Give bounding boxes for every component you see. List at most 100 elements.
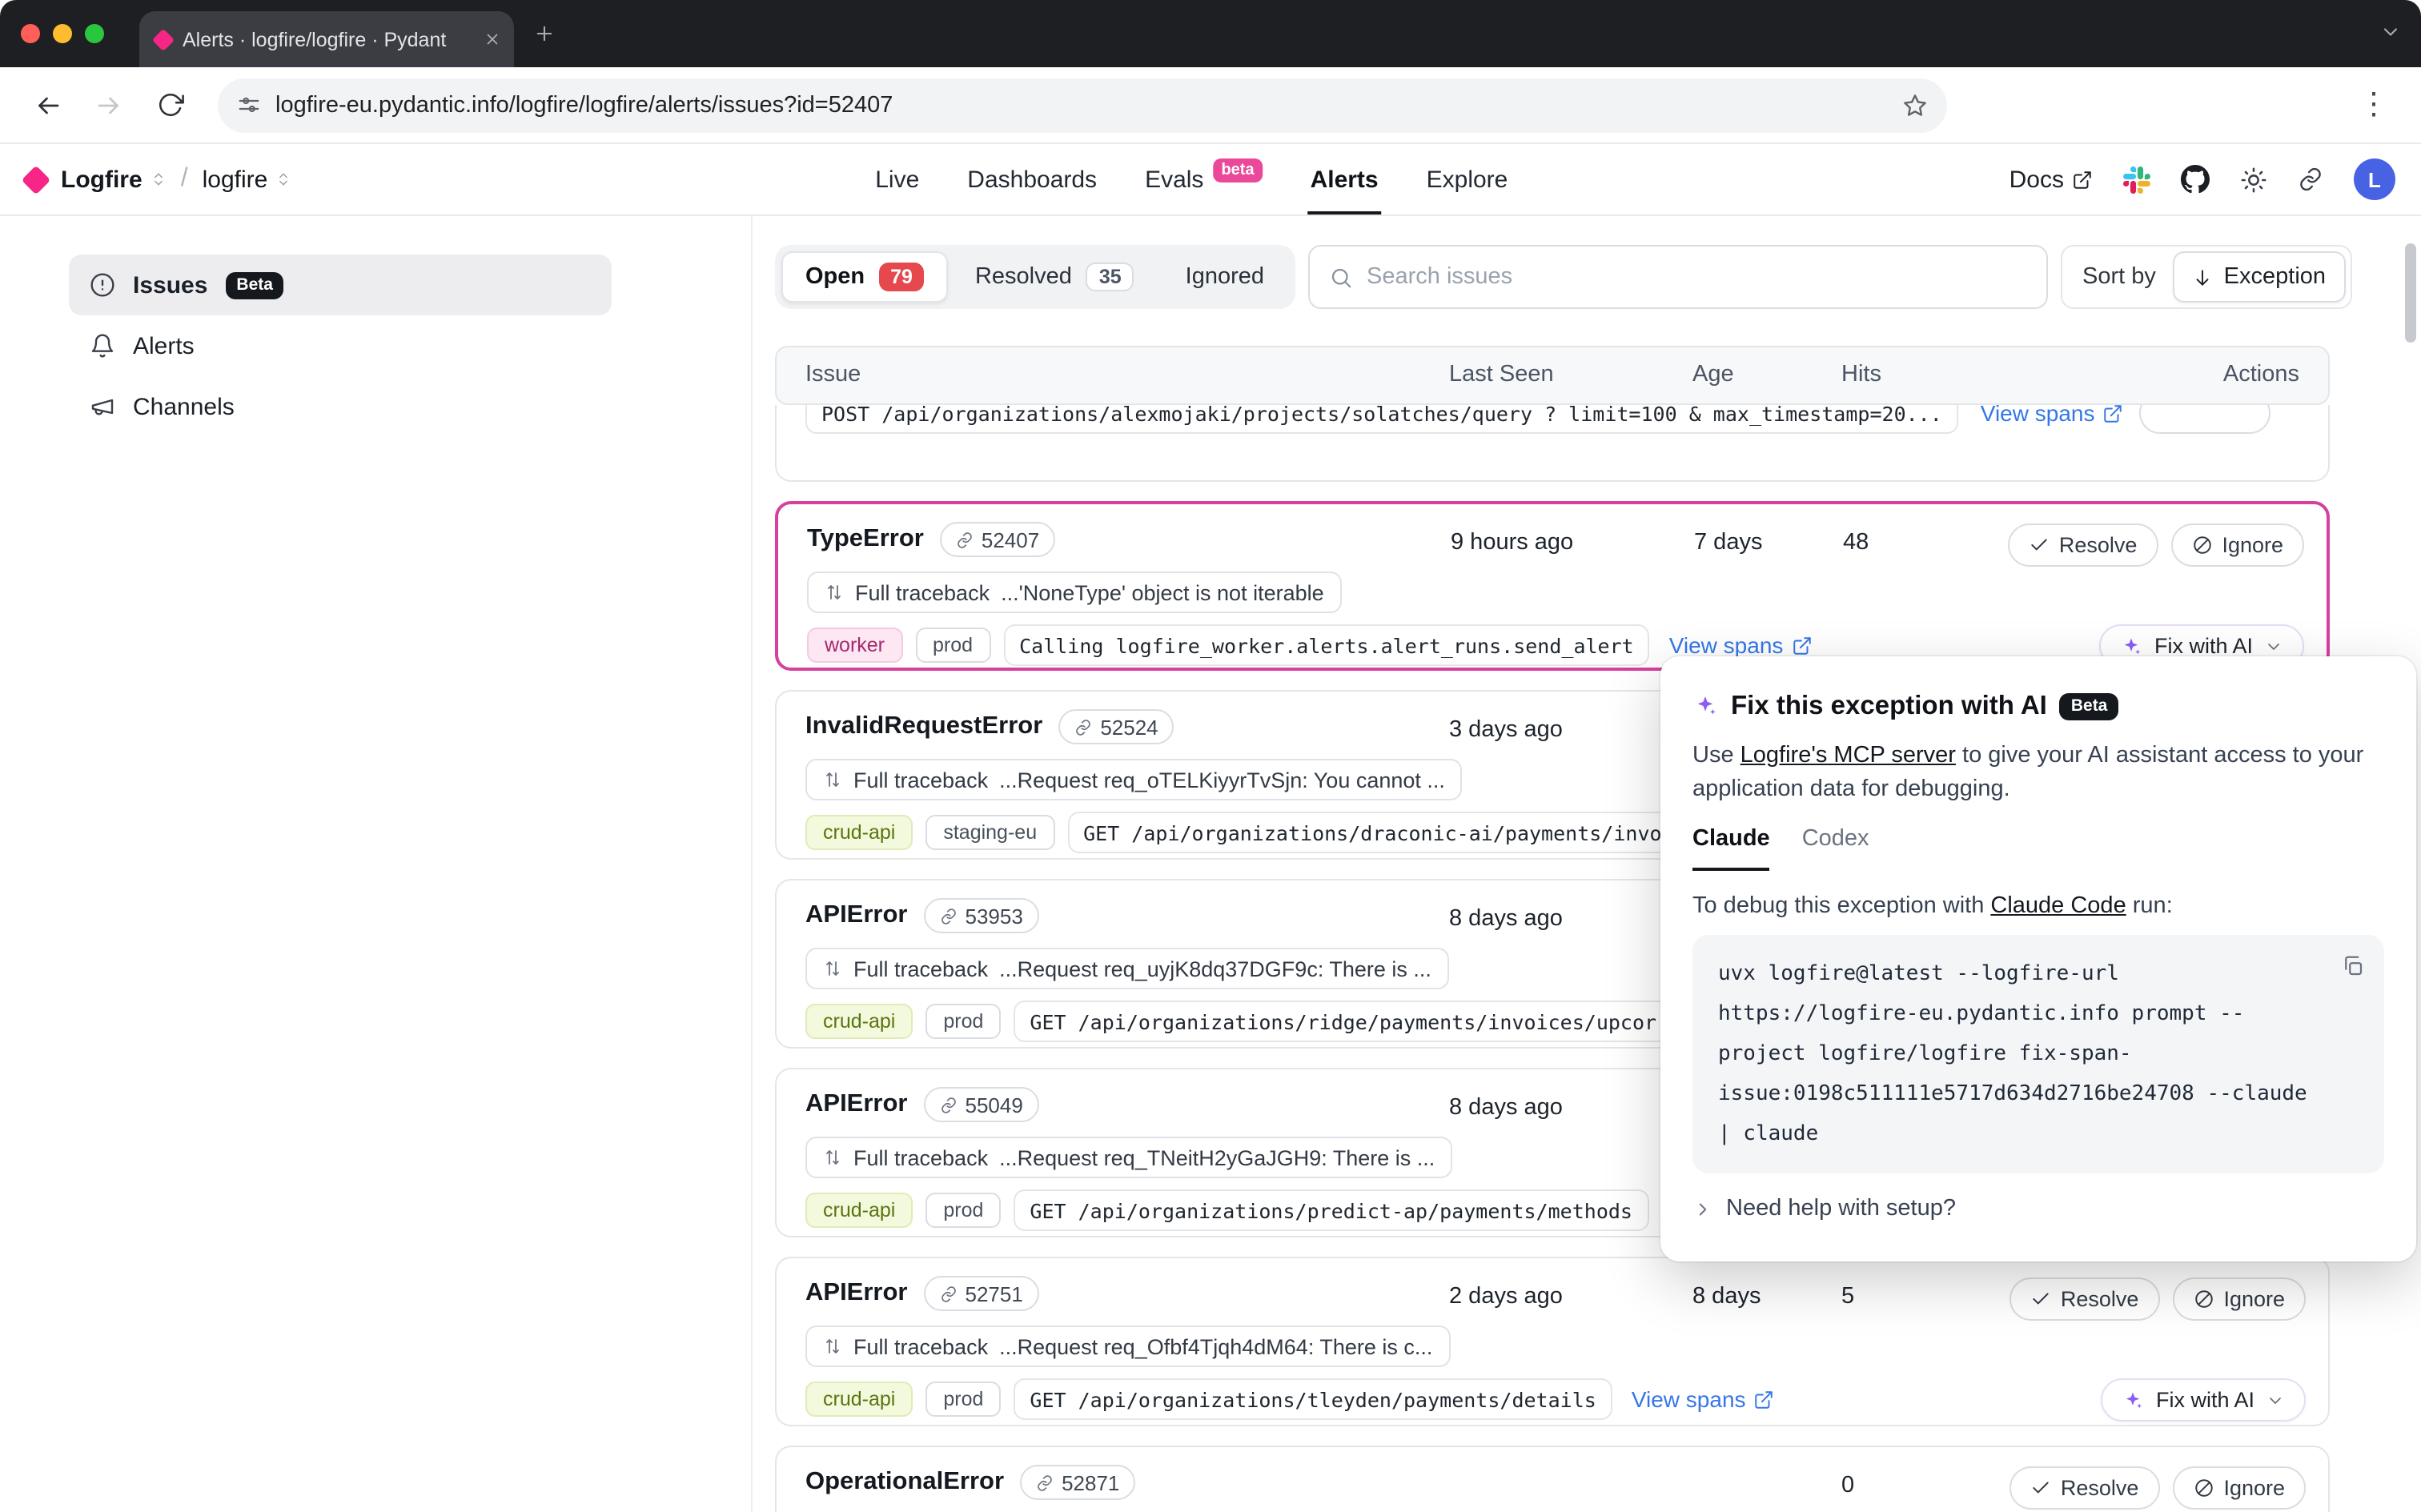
- address-bar[interactable]: logfire-eu.pydantic.info/logfire/logfire…: [218, 78, 1947, 132]
- issue-id-pill[interactable]: 55049: [924, 1087, 1039, 1122]
- new-tab-button[interactable]: [533, 22, 556, 45]
- nav-dashboards[interactable]: Dashboards: [967, 144, 1097, 215]
- tag-worker: worker: [807, 628, 902, 663]
- issue-id-pill[interactable]: 52407: [940, 522, 1055, 557]
- header-actions: Docs L: [2009, 158, 2395, 200]
- cut-off-button[interactable]: [2139, 405, 2270, 434]
- last-seen-value: 2 days ago: [1449, 1284, 1563, 1309]
- traceback-chip[interactable]: Full traceback ...Request req_Ofbf4Tjqh4…: [805, 1326, 1450, 1367]
- open-count-badge: 79: [879, 263, 924, 291]
- bookmark-star-icon[interactable]: [1902, 92, 1928, 118]
- resolve-button[interactable]: Resolve: [2009, 1466, 2160, 1510]
- popover-run-instruction: To debug this exception with Claude Code…: [1692, 893, 2384, 919]
- zoom-window-button[interactable]: [85, 24, 104, 43]
- back-button[interactable]: [22, 79, 74, 130]
- theme-sun-icon[interactable]: [2240, 166, 2267, 193]
- search-input[interactable]: [1367, 264, 2026, 290]
- arrow-down-icon: [2192, 267, 2213, 287]
- nav-explore[interactable]: Explore: [1427, 144, 1508, 215]
- traceback-chip[interactable]: Full traceback ...Request req_oTELKiyyrT…: [805, 759, 1463, 800]
- tag-prod: prod: [915, 628, 990, 663]
- check-icon: [2029, 535, 2050, 555]
- fix-with-ai-popover: Fix this exception with AI Beta Use Logf…: [1660, 656, 2416, 1261]
- segment-open[interactable]: Open 79: [781, 251, 948, 303]
- docs-link[interactable]: Docs: [2009, 166, 2093, 193]
- link-icon: [1036, 1474, 1054, 1491]
- sidebar-item-issues[interactable]: Issues Beta: [69, 255, 612, 315]
- window-controls: [21, 24, 104, 43]
- view-spans-link[interactable]: View spans: [1981, 405, 2124, 426]
- ignore-button[interactable]: Ignore: [2170, 523, 2304, 567]
- ban-icon: [2191, 535, 2212, 555]
- segment-ignored[interactable]: Ignored: [1162, 251, 1288, 303]
- browser-toolbar: logfire-eu.pydantic.info/logfire/logfire…: [0, 67, 2421, 144]
- tag-prod: prod: [925, 1004, 1001, 1039]
- view-spans-link[interactable]: View spans: [1669, 632, 1813, 658]
- external-link-icon: [1791, 635, 1812, 656]
- close-window-button[interactable]: [21, 24, 40, 43]
- issue-row-operationalerror[interactable]: OperationalError 52871 0 Resolve: [775, 1446, 2330, 1512]
- nav-evals[interactable]: Evals beta: [1145, 144, 1263, 215]
- issue-row-partial[interactable]: POST /api/organizations/alexmojaki/proje…: [775, 405, 2330, 482]
- user-avatar[interactable]: L: [2354, 158, 2395, 200]
- resolved-count-badge: 35: [1086, 263, 1134, 291]
- hits-value: 0: [1841, 1473, 1854, 1498]
- span-code-chip: Calling logfire_worker.alerts.alert_runs…: [1003, 624, 1650, 666]
- issue-row-typeerror[interactable]: TypeError 52407 Full traceback ...'NoneT…: [775, 501, 2330, 671]
- issue-title: APIError: [805, 1090, 908, 1119]
- github-icon[interactable]: [2181, 165, 2210, 194]
- tab-close-icon[interactable]: [484, 30, 501, 48]
- ban-icon: [2193, 1289, 2214, 1309]
- tag-crud-api: crud-api: [805, 1193, 913, 1228]
- traceback-chip[interactable]: Full traceback ...'NoneType' object is n…: [807, 572, 1342, 613]
- browser-window: Alerts · logfire/logfire · Pydant logfir…: [0, 0, 2421, 1512]
- forward-button[interactable]: [83, 79, 134, 130]
- site-settings-icon[interactable]: [237, 93, 261, 117]
- nav-live[interactable]: Live: [875, 144, 919, 215]
- resolve-button[interactable]: Resolve: [2009, 1277, 2160, 1321]
- issue-id-pill[interactable]: 52524: [1058, 709, 1174, 744]
- ignore-button[interactable]: Ignore: [2172, 1466, 2306, 1510]
- tab-codex[interactable]: Codex: [1802, 826, 1869, 871]
- resolve-button[interactable]: Resolve: [2008, 523, 2158, 567]
- sparkles-icon: [2121, 635, 2143, 657]
- nav-alerts[interactable]: Alerts: [1311, 144, 1379, 215]
- fix-with-ai-button[interactable]: Fix with AI: [2102, 1378, 2306, 1422]
- page-scrollbar-thumb[interactable]: [2405, 243, 2416, 343]
- sort-by-label: Sort by: [2082, 264, 2156, 290]
- issue-id-pill[interactable]: 52751: [924, 1276, 1039, 1311]
- sidebar-item-channels[interactable]: Channels: [69, 376, 612, 437]
- issue-row-apierror-52751[interactable]: APIError 52751 Full traceback ...Request…: [775, 1257, 2330, 1426]
- mcp-server-link[interactable]: Logfire's MCP server: [1740, 743, 1956, 768]
- chevron-updown-icon: [275, 171, 291, 187]
- external-link-icon: [2102, 405, 2123, 423]
- reload-button[interactable]: [144, 79, 195, 130]
- sidebar-item-alerts[interactable]: Alerts: [69, 315, 612, 376]
- browser-menu-icon[interactable]: ⋮: [2349, 90, 2399, 120]
- tag-crud-api: crud-api: [805, 815, 913, 850]
- issue-id-pill[interactable]: 52871: [1020, 1465, 1135, 1500]
- traceback-chip[interactable]: Full traceback ...Request req_uyjK8dq37D…: [805, 948, 1449, 989]
- ignore-button[interactable]: Ignore: [2172, 1277, 2306, 1321]
- org-selector[interactable]: Logfire: [61, 166, 167, 193]
- issue-title: InvalidRequestError: [805, 712, 1042, 741]
- tab-search-chevron-icon[interactable]: [2379, 21, 2402, 43]
- tab-claude[interactable]: Claude: [1692, 826, 1770, 871]
- sort-value-dropdown[interactable]: Exception: [2173, 251, 2345, 303]
- last-seen-value: 9 hours ago: [1451, 530, 1573, 555]
- claude-code-link[interactable]: Claude Code: [1990, 893, 2126, 919]
- hits-value: 5: [1841, 1284, 1854, 1309]
- segment-resolved[interactable]: Resolved 35: [951, 251, 1158, 303]
- span-code-chip: GET /api/organizations/draconic-ai/payme…: [1067, 812, 1726, 853]
- slack-icon[interactable]: [2123, 166, 2150, 193]
- browser-tab[interactable]: Alerts · logfire/logfire · Pydant: [139, 11, 514, 67]
- issue-id-pill[interactable]: 53953: [924, 898, 1039, 933]
- traceback-chip[interactable]: Full traceback ...Request req_TNeitH2yGa…: [805, 1137, 1452, 1178]
- command-code-block: uvx logfire@latest --logfire-url https:/…: [1692, 935, 2384, 1173]
- share-link-icon[interactable]: [2298, 166, 2323, 192]
- copy-icon[interactable]: [2341, 954, 2365, 978]
- minimize-window-button[interactable]: [53, 24, 72, 43]
- setup-help-link[interactable]: Need help with setup?: [1692, 1196, 2384, 1221]
- project-selector[interactable]: logfire: [203, 166, 292, 193]
- view-spans-link[interactable]: View spans: [1632, 1386, 1775, 1412]
